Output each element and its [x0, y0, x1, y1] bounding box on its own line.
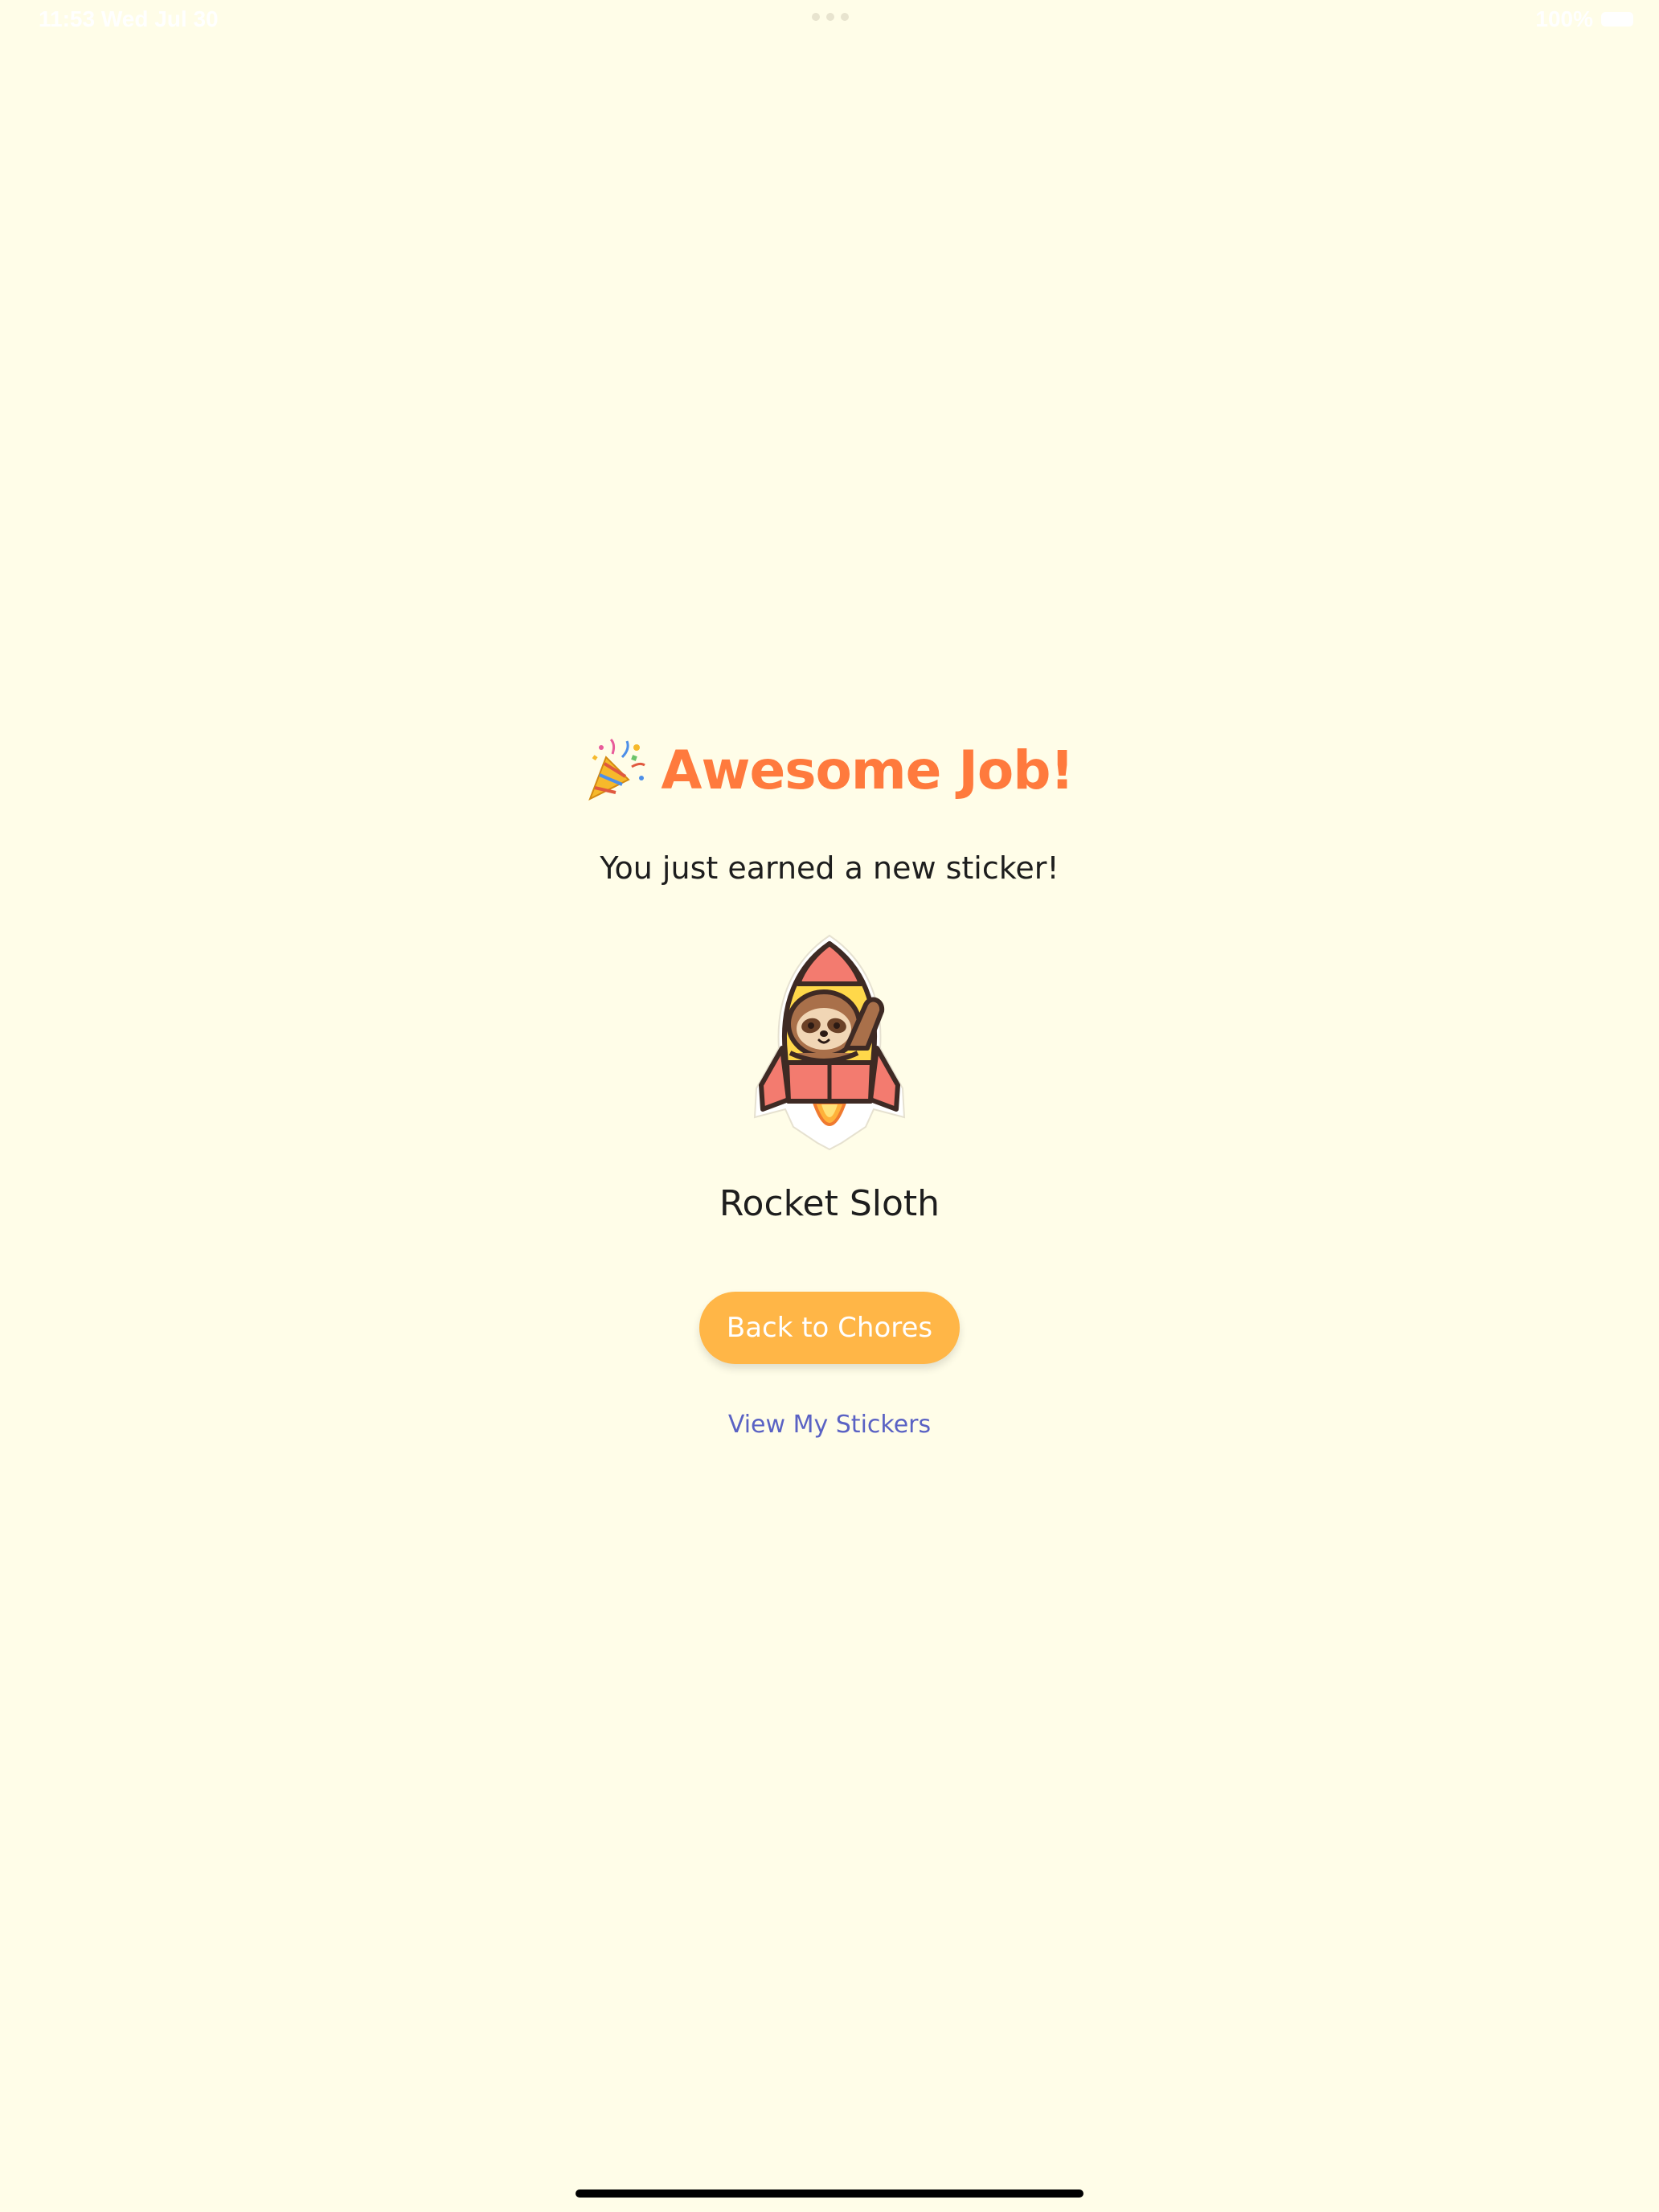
title-row: Awesome Job! [585, 731, 1075, 809]
status-time: 11:53 Wed Jul 30 [39, 6, 219, 32]
home-indicator[interactable] [576, 2189, 1083, 2198]
celebration-title: Awesome Job! [661, 739, 1074, 801]
celebration-subtitle: You just earned a new sticker! [600, 850, 1059, 886]
status-time-value: 11:53 [39, 6, 96, 31]
battery-percentage: 100% [1535, 6, 1593, 31]
status-right: 100% [1535, 6, 1633, 32]
party-popper-icon [588, 738, 646, 801]
reward-screen: Awesome Job! You just earned a new stick… [0, 731, 1659, 1439]
view-my-stickers-link[interactable]: View My Stickers [728, 1411, 931, 1439]
multitasking-dots-icon[interactable] [812, 13, 849, 21]
back-to-chores-button[interactable]: Back to Chores [699, 1292, 960, 1364]
status-date-value: Wed Jul 30 [100, 6, 219, 31]
sticker-image [745, 928, 914, 1151]
rocket-sloth-sticker [753, 934, 906, 1151]
battery-icon [1601, 12, 1633, 27]
status-bar: 11:53 Wed Jul 30 100% [0, 0, 1659, 37]
sticker-name: Rocket Sloth [719, 1183, 940, 1224]
